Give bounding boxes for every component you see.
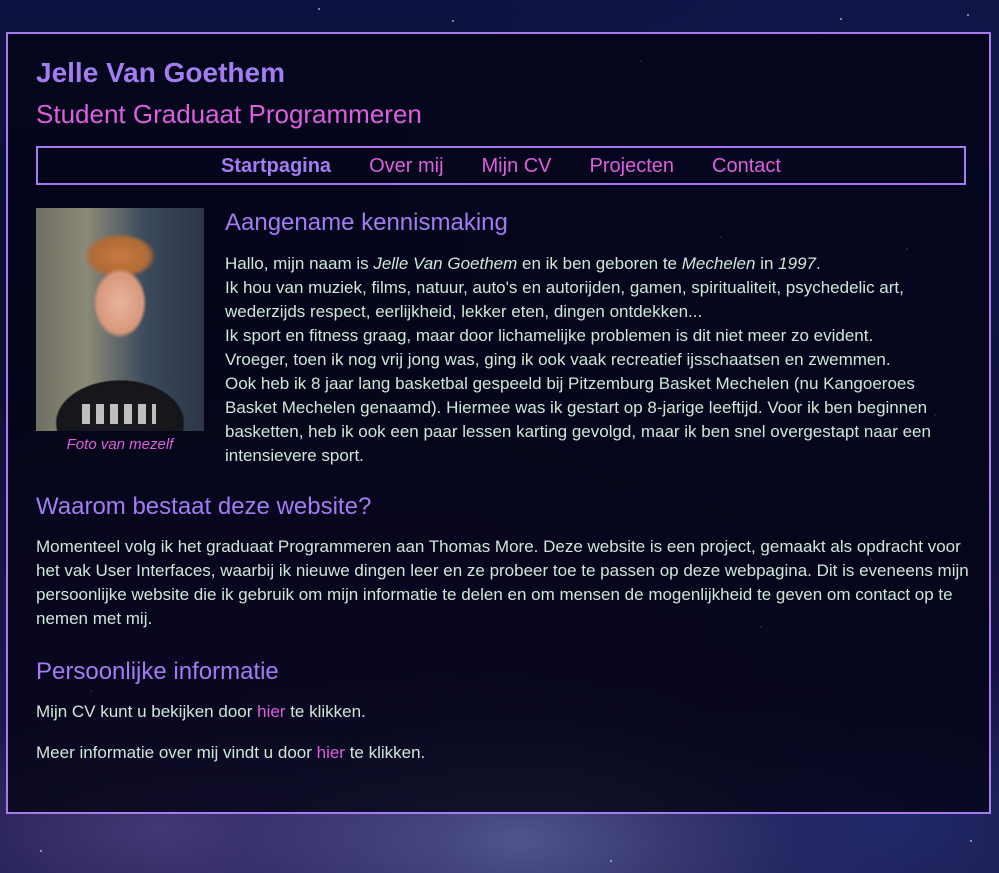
intro-text-d: . — [815, 254, 821, 273]
why-text: Momenteel volg ik het graduaat Programme… — [36, 537, 969, 628]
nav-item-startpagina[interactable]: Startpagina — [221, 154, 331, 178]
nav-item-mijn-cv[interactable]: Mijn CV — [482, 154, 552, 178]
info-text-b: te klikken. — [344, 743, 426, 762]
intro-basketball: Ook heb ik 8 jaar lang basketbal gespeel… — [225, 374, 931, 465]
cv-text-a: Mijn CV kunt u bekijken door — [36, 702, 258, 721]
cv-line: Mijn CV kunt u bekijken door hier te kli… — [36, 700, 971, 724]
intro-year: 1997 — [778, 254, 816, 273]
info-line: Meer informatie over mij vindt u door hi… — [36, 741, 971, 765]
why-section: Waarom bestaat deze website? Momenteel v… — [36, 492, 971, 631]
cv-link[interactable]: hier — [257, 702, 285, 721]
shirt-print — [82, 404, 156, 424]
main-navigation: Startpagina Over mij Mijn CV Projecten C… — [36, 146, 966, 185]
intro-text-c: in — [755, 254, 779, 273]
intro-sport: Ik sport en fitness graag, maar door lic… — [225, 326, 874, 345]
nav-item-contact[interactable]: Contact — [712, 154, 781, 178]
site-subtitle: Student Graduaat Programmeren — [36, 99, 422, 129]
nav-item-over-mij[interactable]: Over mij — [369, 154, 443, 178]
intro-text-b: en ik ben geboren te — [517, 254, 682, 273]
info-text-a: Meer informatie over mij vindt u door — [36, 743, 317, 762]
intro-paragraph: Hallo, mijn naam is Jelle Van Goethem en… — [225, 252, 970, 468]
profile-figure: Foto van mezelf — [36, 208, 204, 453]
profile-photo — [36, 208, 204, 431]
site-title: Jelle Van Goethem — [36, 57, 285, 88]
intro-city: Mechelen — [681, 254, 756, 273]
intro-hobbies: Ik hou van muziek, films, natuur, auto's… — [225, 278, 904, 321]
nav-item-projecten[interactable]: Projecten — [590, 154, 675, 178]
personal-section: Persoonlijke informatie Mijn CV kunt u b… — [36, 657, 971, 765]
intro-name: Jelle Van Goethem — [373, 254, 518, 273]
why-heading: Waarom bestaat deze website? — [36, 493, 372, 520]
cv-text-b: te klikken. — [285, 702, 366, 721]
intro-section: Aangename kennismaking Hallo, mijn naam … — [225, 208, 970, 468]
info-link[interactable]: hier — [317, 743, 345, 762]
intro-childhood: Vroeger, toen ik nog vrij jong was, ging… — [225, 350, 891, 369]
personal-heading: Persoonlijke informatie — [36, 658, 279, 685]
photo-caption: Foto van mezelf — [66, 436, 174, 453]
page-container: Jelle Van Goethem Student Graduaat Progr… — [6, 32, 991, 814]
intro-text-a: Hallo, mijn naam is — [225, 254, 374, 273]
intro-heading: Aangename kennismaking — [225, 209, 508, 236]
